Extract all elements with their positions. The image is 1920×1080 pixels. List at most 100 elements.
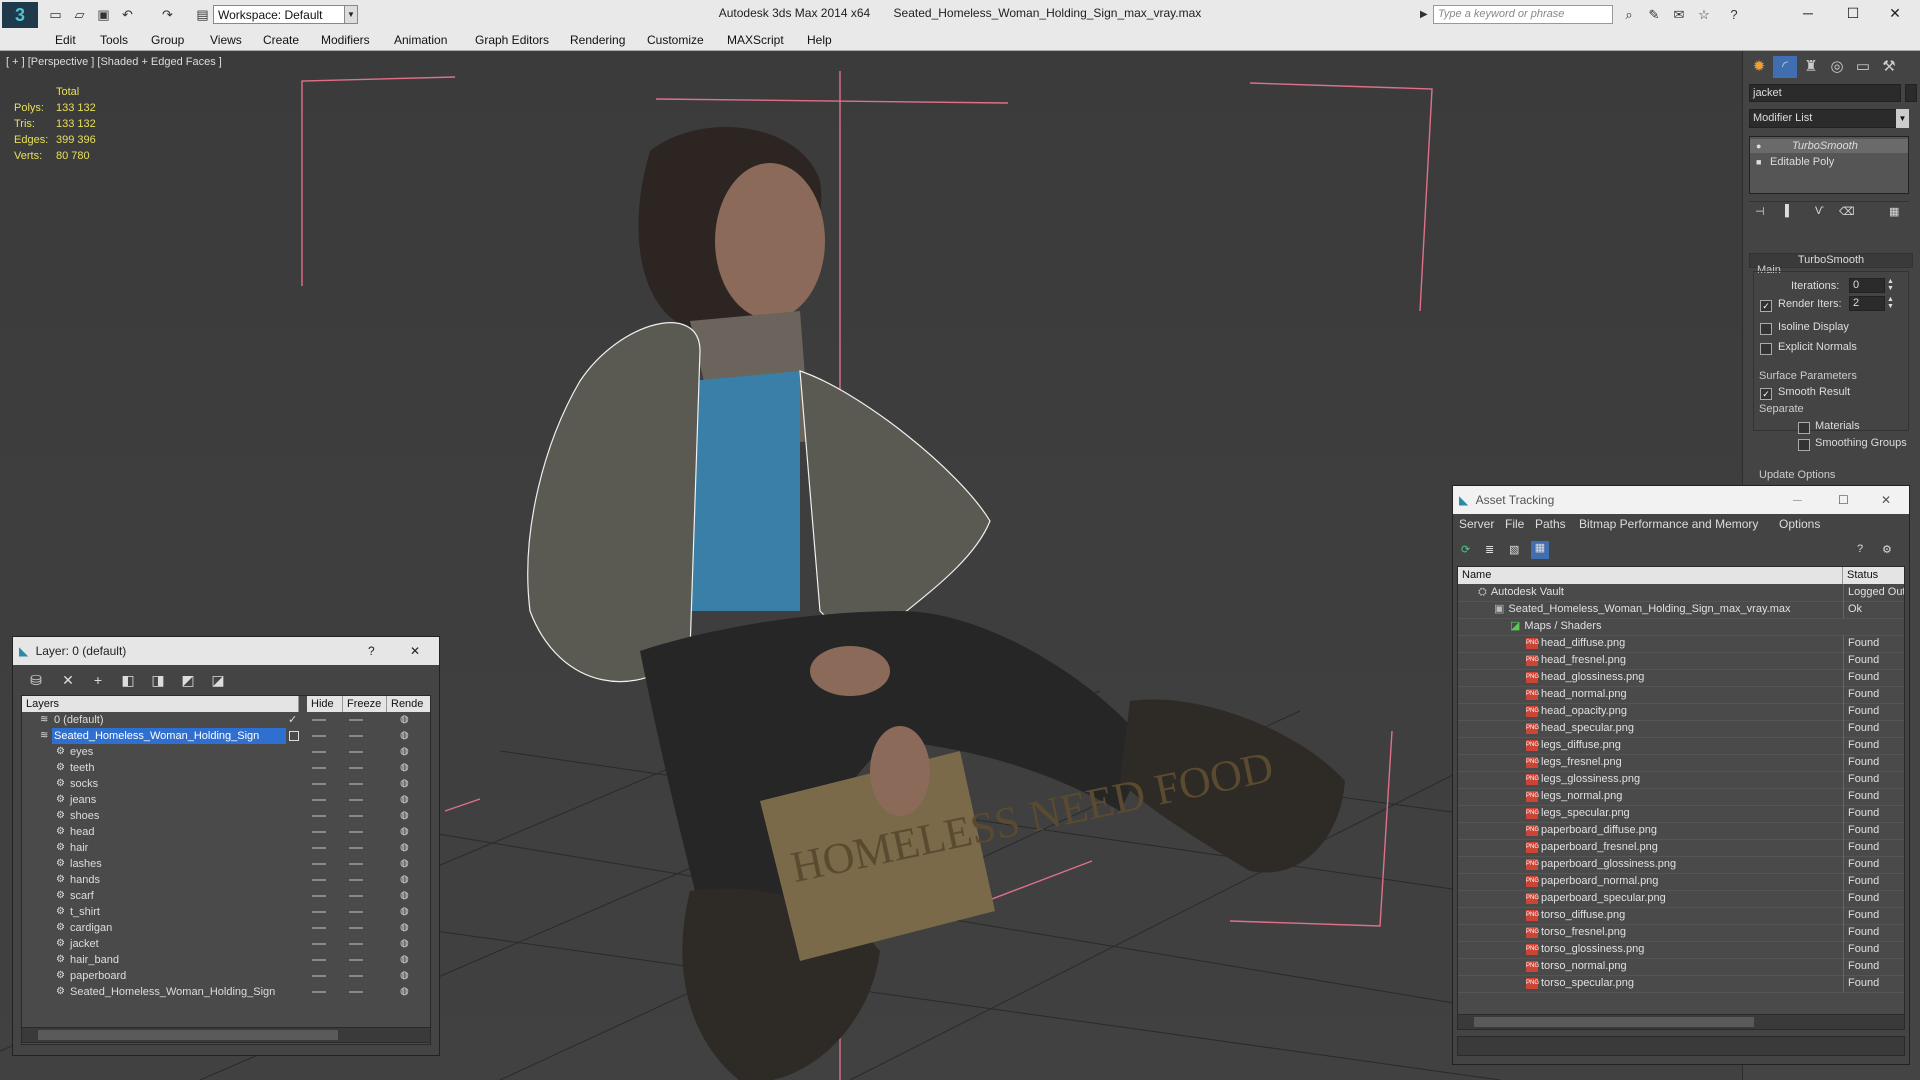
layer-row[interactable]: ⚙ t_shirt ◍ <box>22 904 430 920</box>
help-icon[interactable]: ? <box>368 637 375 665</box>
render-toggle-icon[interactable]: ◍ <box>400 760 409 776</box>
freeze-toggle[interactable] <box>349 719 363 721</box>
menu-edit[interactable]: Edit <box>55 30 76 50</box>
freeze-toggle[interactable] <box>349 879 363 881</box>
stack-item-turbosmooth[interactable]: ● TurboSmooth <box>1750 139 1908 153</box>
asset-row[interactable]: PNG legs_fresnel.png Found <box>1458 754 1904 772</box>
object-color-swatch[interactable] <box>1905 84 1917 102</box>
utilities-tab-icon[interactable]: ⚒ <box>1877 56 1901 78</box>
freeze-toggle[interactable] <box>349 751 363 753</box>
horizontal-scrollbar[interactable] <box>21 1027 431 1043</box>
hide-toggle[interactable] <box>312 735 326 737</box>
horizontal-scrollbar[interactable] <box>1457 1014 1905 1030</box>
layer-row[interactable]: ⚙ hands ◍ <box>22 872 430 888</box>
asset-row[interactable]: PNG head_specular.png Found <box>1458 720 1904 738</box>
motion-tab-icon[interactable]: ◎ <box>1825 56 1849 78</box>
asset-row[interactable]: PNG paperboard_normal.png Found <box>1458 873 1904 891</box>
render-toggle-icon[interactable]: ◍ <box>400 936 409 952</box>
column-header-hide[interactable]: Hide <box>307 696 343 712</box>
hide-toggle[interactable] <box>312 943 326 945</box>
chevron-down-icon[interactable]: ▼ <box>1896 109 1909 128</box>
configure-sets-icon[interactable]: ▦ <box>1889 205 1899 218</box>
hide-toggle[interactable] <box>312 767 326 769</box>
subscription-icon[interactable]: ✎ <box>1645 6 1663 24</box>
add-layer-icon[interactable]: + <box>87 669 109 691</box>
freeze-toggle[interactable] <box>349 991 363 993</box>
column-header-status[interactable]: Status <box>1843 567 1904 584</box>
layer-row[interactable]: ⚙ head ◍ <box>22 824 430 840</box>
favorites-icon[interactable]: ☆ <box>1695 6 1713 24</box>
hide-toggle[interactable] <box>312 799 326 801</box>
column-header-layers[interactable]: Layers <box>22 696 299 712</box>
materials-checkbox[interactable] <box>1798 422 1810 434</box>
freeze-toggle[interactable] <box>349 911 363 913</box>
menu-file[interactable]: File <box>1505 517 1524 531</box>
asset-row[interactable]: PNG torso_diffuse.png Found <box>1458 907 1904 925</box>
menu-views[interactable]: Views <box>210 30 242 50</box>
render-toggle-icon[interactable]: ◍ <box>400 968 409 984</box>
freeze-toggle[interactable] <box>349 943 363 945</box>
redo-icon[interactable]: ↷ <box>160 7 175 22</box>
asset-row[interactable]: PNG torso_fresnel.png Found <box>1458 924 1904 942</box>
viewport-label[interactable]: [ + ] [Perspective ] [Shaded + Edged Fac… <box>6 56 222 68</box>
layer-row[interactable]: ⚙ jeans ◍ <box>22 792 430 808</box>
expand-icon[interactable]: ■ <box>1750 157 1761 167</box>
hide-toggle[interactable] <box>312 911 326 913</box>
maximize-icon[interactable]: ☐ <box>1830 0 1876 26</box>
freeze-toggle[interactable] <box>349 847 363 849</box>
hide-toggle[interactable] <box>312 927 326 929</box>
pin-stack-icon[interactable]: ⊣ <box>1755 205 1765 218</box>
freeze-toggle[interactable] <box>349 927 363 929</box>
hide-toggle[interactable] <box>312 719 326 721</box>
hide-toggle[interactable] <box>312 751 326 753</box>
show-end-result-icon[interactable]: ▌ <box>1785 205 1793 217</box>
freeze-all-layers-icon[interactable]: ◪ <box>207 669 229 691</box>
bulb-icon[interactable]: ● <box>1750 141 1761 151</box>
column-header-name[interactable]: Name <box>1458 567 1843 584</box>
iterations-field[interactable]: 0 <box>1849 278 1885 293</box>
layer-row[interactable]: ⚙ paperboard ◍ <box>22 968 430 984</box>
render-toggle-icon[interactable]: ◍ <box>400 872 409 888</box>
freeze-toggle[interactable] <box>349 895 363 897</box>
thumbnail-view-icon[interactable]: ▧ <box>1509 543 1519 556</box>
asset-row[interactable]: PNG paperboard_specular.png Found <box>1458 890 1904 908</box>
column-header-freeze[interactable]: Freeze <box>343 696 387 712</box>
layer-tool-icon[interactable]: ⛁ <box>25 669 47 691</box>
isoline-checkbox[interactable] <box>1760 323 1772 335</box>
render-toggle-icon[interactable]: ◍ <box>400 808 409 824</box>
app-logo-icon[interactable]: 3 <box>2 2 38 28</box>
layer-row[interactable]: ⚙ shoes ◍ <box>22 808 430 824</box>
smoothing-groups-checkbox[interactable] <box>1798 439 1810 451</box>
menu-customize[interactable]: Customize <box>647 30 704 50</box>
asset-row[interactable]: PNG head_diffuse.png Found <box>1458 635 1904 653</box>
asset-row[interactable]: PNG head_glossiness.png Found <box>1458 669 1904 687</box>
menu-modifiers[interactable]: Modifiers <box>321 30 370 50</box>
asset-row[interactable]: PNG legs_specular.png Found <box>1458 805 1904 823</box>
hide-toggle[interactable] <box>312 975 326 977</box>
render-toggle-icon[interactable]: ◍ <box>400 728 409 744</box>
undo-icon[interactable]: ↶ <box>120 7 135 22</box>
render-toggle-icon[interactable]: ◍ <box>400 840 409 856</box>
render-iters-checkbox[interactable]: ✓ <box>1760 300 1772 312</box>
minimize-icon[interactable]: ─ <box>1793 486 1802 514</box>
display-tab-icon[interactable]: ▭ <box>1851 56 1875 78</box>
close-icon[interactable]: ✕ <box>1872 0 1918 26</box>
render-toggle-icon[interactable]: ◍ <box>400 792 409 808</box>
layer-window-title-bar[interactable]: ◣ Layer: 0 (default) ? ✕ <box>13 637 439 665</box>
hide-toggle[interactable] <box>312 991 326 993</box>
asset-row[interactable]: PNG legs_diffuse.png Found <box>1458 737 1904 755</box>
modifier-list-dropdown[interactable]: Modifier List <box>1749 109 1909 128</box>
menu-help[interactable]: Help <box>807 30 832 50</box>
freeze-toggle[interactable] <box>349 799 363 801</box>
render-toggle-icon[interactable]: ◍ <box>400 920 409 936</box>
scrollbar-thumb[interactable] <box>38 1030 338 1040</box>
open-file-icon[interactable]: ▱ <box>72 7 87 22</box>
render-toggle-icon[interactable]: ◍ <box>400 888 409 904</box>
remove-modifier-icon[interactable]: ⌫ <box>1839 205 1855 218</box>
render-toggle-icon[interactable]: ◍ <box>400 824 409 840</box>
hide-toggle[interactable] <box>312 959 326 961</box>
help-icon[interactable]: ? <box>1725 6 1743 24</box>
asset-row[interactable]: PNG torso_glossiness.png Found <box>1458 941 1904 959</box>
menu-create[interactable]: Create <box>263 30 299 50</box>
asset-row[interactable]: PNG head_opacity.png Found <box>1458 703 1904 721</box>
